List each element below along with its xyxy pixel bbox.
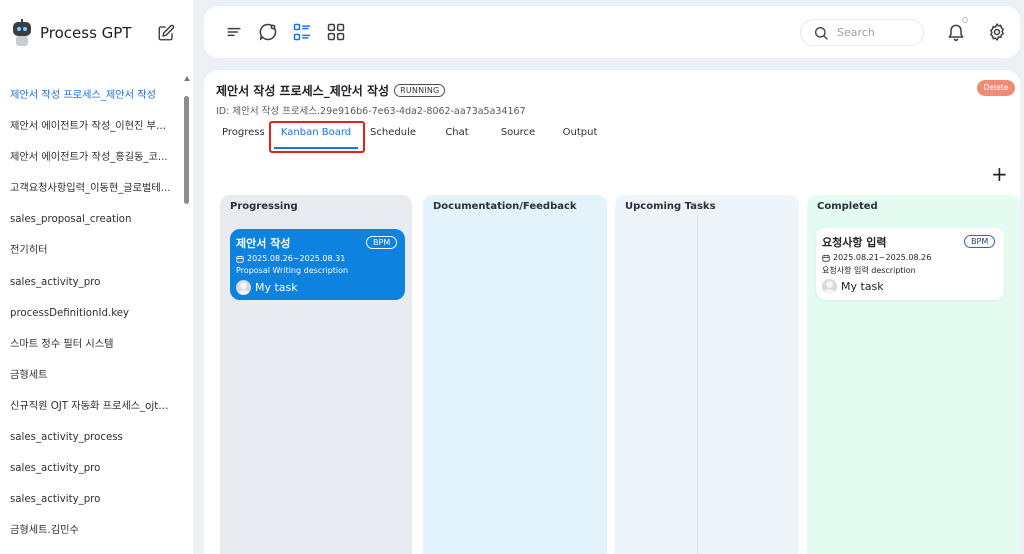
tab-output[interactable]: Output <box>560 125 600 151</box>
scroll-up-icon[interactable] <box>184 76 190 81</box>
card-badge: BPM <box>964 235 996 248</box>
sidebar-item[interactable]: sales_activity_pro <box>0 267 172 298</box>
sidebar-item[interactable]: 고객요청사항입력_이동현_글로벌테... <box>0 173 172 204</box>
card-date-text: 2025.08.26~2025.08.31 <box>247 254 346 263</box>
assignee-label: My task <box>255 281 298 294</box>
notification-dot <box>962 17 968 23</box>
process-header: 제안서 작성 프로세스_제안서 작성 RUNNING <box>216 82 446 99</box>
card-date: 2025.08.21~2025.08.26 <box>822 253 931 262</box>
card-description: Proposal Writing description <box>236 266 349 275</box>
card-date-text: 2025.08.21~2025.08.26 <box>833 253 932 262</box>
tab-bar: Progress Kanban Board Schedule Chat Sour… <box>204 121 1020 155</box>
column-divider <box>697 215 698 554</box>
card-title: 제안서 작성 <box>236 237 291 250</box>
card-date: 2025.08.26~2025.08.31 <box>236 254 345 263</box>
add-button[interactable]: + <box>991 164 1008 184</box>
sidebar-item[interactable]: 전기히터 <box>0 235 172 266</box>
top-bar: Search <box>204 6 1020 58</box>
kanban-column-progressing: Progressing 제안서 작성 BPM 2025.08.26~2025.0… <box>220 195 412 554</box>
bell-icon[interactable] <box>946 22 966 42</box>
tab-progress[interactable]: Progress <box>222 125 265 151</box>
column-title: Documentation/Feedback <box>433 201 577 212</box>
sidebar-item[interactable]: 금형세트 <box>0 360 172 391</box>
chat-bubble-icon[interactable] <box>258 22 278 42</box>
sidebar-item[interactable]: 스마트 정수 필터 시스템 <box>0 329 172 360</box>
list-view-icon[interactable] <box>292 22 312 42</box>
sidebar-item[interactable]: 금형세트.김민수 <box>0 515 172 546</box>
robot-icon <box>10 19 34 47</box>
process-title: 제안서 작성 프로세스_제안서 작성 <box>216 84 390 98</box>
kanban-column-completed: Completed 요청사항 입력 BPM 2025.08.21~2025.08… <box>807 195 1020 554</box>
sidebar-item[interactable]: processDefinitionId.key <box>0 298 172 329</box>
search-placeholder: Search <box>837 26 875 39</box>
card-badge: BPM <box>366 236 398 249</box>
column-title: Upcoming Tasks <box>625 201 716 212</box>
tab-source[interactable]: Source <box>498 125 538 151</box>
task-card[interactable]: 제안서 작성 BPM 2025.08.26~2025.08.31 Proposa… <box>230 229 405 300</box>
brand-name: Process GPT <box>40 24 132 42</box>
sidebar-scrollbar[interactable] <box>184 76 190 546</box>
process-id: ID: 제안서 작성 프로세스.29e916b6-7e63-4da2-8062-… <box>216 106 526 117</box>
kanban-column-upcoming-tasks: Upcoming Tasks <box>615 195 799 554</box>
sidebar-item[interactable]: sales_activity_pro <box>0 453 172 484</box>
calendar-icon <box>822 254 830 262</box>
card-assignee: My task <box>822 279 884 294</box>
grid-view-icon[interactable] <box>326 22 346 42</box>
sidebar-item[interactable]: 제안서 에이전트가 작성_홍길동_코... <box>0 142 172 173</box>
search-input[interactable]: Search <box>800 19 924 46</box>
card-title: 요청사항 입력 <box>822 236 887 249</box>
delete-button[interactable]: Delete <box>977 80 1015 96</box>
main-panel: 제안서 작성 프로세스_제안서 작성 RUNNING ID: 제안서 작성 프로… <box>204 70 1020 554</box>
column-title: Completed <box>817 201 878 212</box>
gear-icon[interactable] <box>987 22 1007 42</box>
sidebar-item[interactable]: 신규직원 OJT 자동화 프로세스_ojt_... <box>0 391 172 422</box>
menu-icon[interactable] <box>224 22 244 42</box>
sidebar-item[interactable]: 제안서 작성 프로세스_제안서 작성 <box>0 80 172 111</box>
brand[interactable]: Process GPT <box>10 18 132 48</box>
task-card[interactable]: 요청사항 입력 BPM 2025.08.21~2025.08.26 요청사항 입… <box>816 228 1004 300</box>
scroll-thumb[interactable] <box>184 96 189 204</box>
sidebar-item[interactable]: sales_proposal_creation <box>0 204 172 235</box>
avatar <box>822 279 837 294</box>
edit-icon[interactable] <box>157 24 175 42</box>
column-title: Progressing <box>230 201 298 212</box>
sidebar: Process GPT 제안서 작성 프로세스_제안서 작성 제안서 에이전트가… <box>0 0 193 554</box>
tab-highlight-box <box>269 121 365 153</box>
kanban-column-documentation-feedback: Documentation/Feedback <box>423 195 607 554</box>
tab-chat[interactable]: Chat <box>440 125 474 151</box>
assignee-label: My task <box>841 280 884 293</box>
avatar <box>236 280 251 295</box>
sidebar-item[interactable]: 제안서 에이전트가 작성_이현진 부장... <box>0 111 172 142</box>
status-badge: RUNNING <box>394 84 446 97</box>
card-description: 요청사항 입력 description <box>822 266 916 275</box>
sidebar-list: 제안서 작성 프로세스_제안서 작성 제안서 에이전트가 작성_이현진 부장..… <box>0 80 180 546</box>
search-icon <box>815 26 828 40</box>
card-assignee: My task <box>236 280 298 295</box>
sidebar-item[interactable]: sales_activity_pro <box>0 484 172 515</box>
sidebar-item[interactable]: sales_activity_process <box>0 422 172 453</box>
calendar-icon <box>236 255 244 263</box>
tab-schedule[interactable]: Schedule <box>368 125 418 151</box>
